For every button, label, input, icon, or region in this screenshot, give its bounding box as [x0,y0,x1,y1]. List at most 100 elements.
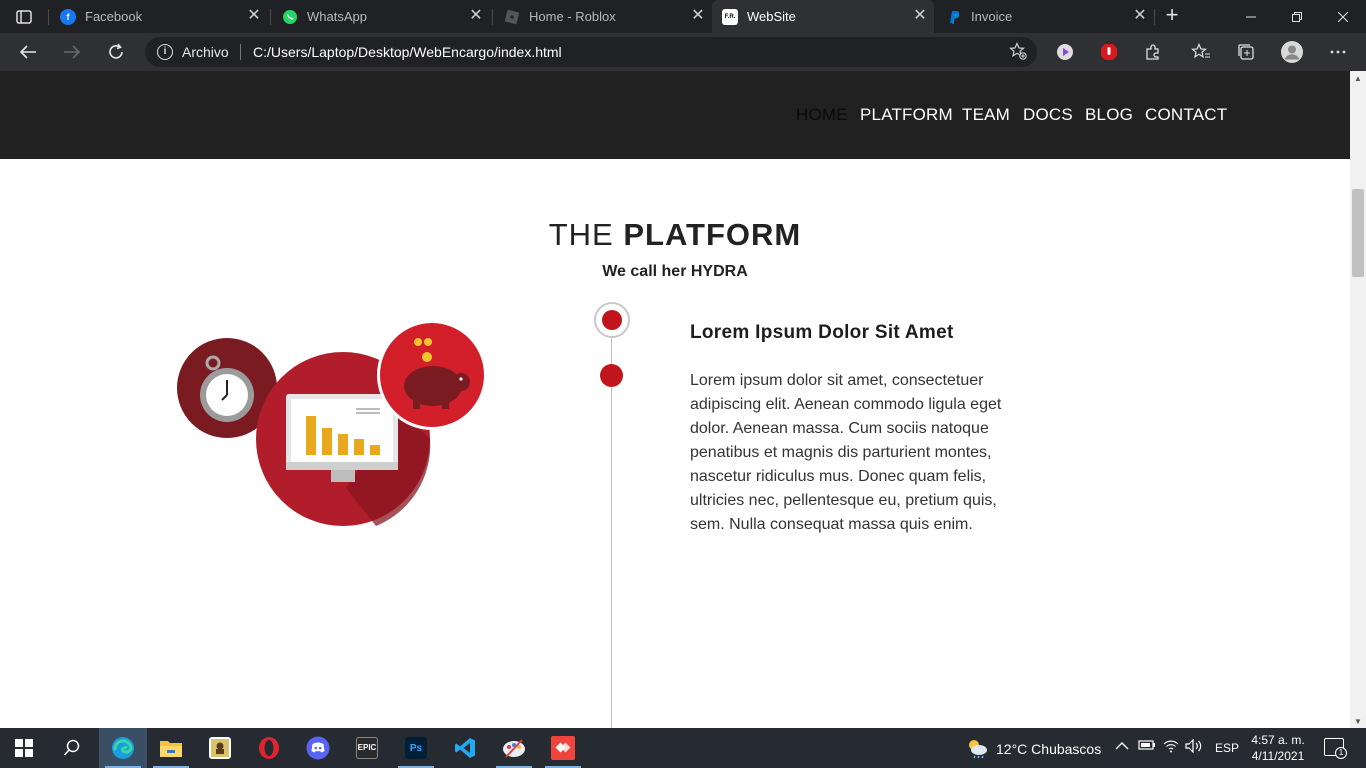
taskbar-game-app[interactable] [196,728,244,768]
section-subtitle: We call her HYDRA [602,263,748,280]
chevron-up-icon[interactable] [1115,739,1129,754]
clock-time: 4:57 a. m. [1251,733,1305,747]
windows-start-button[interactable] [0,728,48,768]
taskbar-paint-app[interactable] [490,728,538,768]
nav-link-contact[interactable]: CONTACT [1145,105,1227,125]
paint-palette-icon [503,739,525,758]
tab-title: Facebook [85,9,143,24]
notification-count-badge: 1 [1335,747,1347,759]
section-title-bold: PLATFORM [623,217,802,252]
more-menu-icon[interactable] [1327,41,1349,63]
scroll-down-icon[interactable]: ▼ [1354,717,1362,726]
edge-icon [112,737,134,759]
taskbar-opera[interactable] [245,728,293,768]
battery-icon[interactable] [1138,739,1156,754]
new-tab-button[interactable]: + [1160,4,1184,27]
close-tab-icon[interactable]: ✕ [246,8,262,24]
windows-taskbar: EPIC Ps 12°C Chubascos ESP 4:57 a. m. 4/… [0,728,1366,768]
address-divider [240,44,241,60]
page-viewport: HOME PLATFORM TEAM DOCS BLOG CONTACT THE… [0,71,1350,728]
scroll-up-icon[interactable]: ▲ [1354,74,1362,83]
volume-icon[interactable] [1185,738,1203,756]
taskbar-vscode[interactable] [441,728,489,768]
close-tab-icon[interactable]: ✕ [912,8,928,24]
timeline-dot-active-inner [602,310,622,330]
minimize-button[interactable] [1228,0,1274,33]
system-clock[interactable]: 4:57 a. m. 4/11/2021 [1250,732,1306,764]
collections-icon[interactable] [1235,41,1257,63]
browser-tabstrip: f Facebook ✕ WhatsApp ✕ Home - Roblox ✕ … [0,0,1366,33]
piggy-bank-icon [377,320,487,430]
epic-games-icon: EPIC [356,737,378,759]
tab-separator [1154,9,1155,25]
browser-toolbar: i Archivo C:/Users/Laptop/Desktop/WebEnc… [0,33,1366,71]
adblock-extension-icon[interactable] [1098,41,1120,63]
platform-illustration [176,320,490,528]
opera-icon [259,737,279,759]
taskbar-anydesk[interactable] [539,728,587,768]
info-icon[interactable]: i [157,44,173,60]
timeline-dot-active[interactable] [594,302,630,338]
tab-whatsapp[interactable]: WhatsApp ✕ [272,0,490,33]
tab-title: WebSite [747,9,796,24]
profile-avatar-icon[interactable] [1281,41,1303,63]
site-navbar: HOME PLATFORM TEAM DOCS BLOG CONTACT [0,71,1350,159]
search-icon[interactable] [48,728,96,768]
add-favorite-icon[interactable] [1008,42,1027,65]
timeline-dot[interactable] [600,364,623,387]
close-tab-icon[interactable]: ✕ [468,8,484,24]
tab-invoice[interactable]: Invoice ✕ [936,0,1154,33]
scrollbar-thumb[interactable] [1352,189,1364,277]
game-app-icon [209,737,231,759]
address-scheme-label: Archivo [182,44,229,60]
tab-actions-icon[interactable] [10,6,38,28]
tab-separator [270,9,271,25]
section-title: THE PLATFORM [0,217,1350,253]
forward-button[interactable] [58,39,86,65]
weather-icon[interactable] [965,737,989,762]
vscode-icon [455,738,475,758]
tab-title: WhatsApp [307,9,367,24]
taskbar-epic-games[interactable]: EPIC [343,728,391,768]
address-url[interactable]: C:/Users/Laptop/Desktop/WebEncargo/index… [253,44,562,60]
tab-website[interactable]: F.R. WebSite ✕ [712,0,934,33]
nav-link-platform[interactable]: PLATFORM [860,105,953,125]
nav-link-docs[interactable]: DOCS [1023,105,1073,125]
extensions-icon[interactable] [1142,41,1164,63]
nav-link-team[interactable]: TEAM [962,105,1010,125]
close-tab-icon[interactable]: ✕ [1132,8,1148,24]
restore-button[interactable] [1274,0,1320,33]
section-title-light: THE [548,217,614,252]
clock-date: 4/11/2021 [1251,749,1305,763]
close-tab-icon[interactable]: ✕ [690,8,706,24]
whatsapp-icon [282,9,298,25]
taskbar-file-explorer[interactable] [147,728,195,768]
refresh-button[interactable] [102,39,130,65]
weather-text[interactable]: 12°C Chubascos [996,741,1101,757]
close-window-button[interactable] [1320,0,1366,33]
tab-roblox[interactable]: Home - Roblox ✕ [494,0,712,33]
facebook-icon: f [60,8,76,25]
feature-body: Lorem ipsum dolor sit amet, consectetuer… [690,372,1002,533]
tab-title: Home - Roblox [529,9,616,24]
tab-facebook[interactable]: f Facebook ✕ [50,0,268,33]
taskbar-discord[interactable] [294,728,342,768]
roblox-icon [504,9,520,25]
nav-link-blog[interactable]: BLOG [1085,105,1133,125]
taskbar-edge[interactable] [99,728,147,768]
tab-title: Invoice [971,9,1013,24]
page-scrollbar[interactable]: ▲ ▼ [1350,71,1366,728]
back-button[interactable] [14,39,42,65]
discord-icon [306,736,330,760]
media-extension-icon[interactable] [1054,41,1076,63]
wifi-icon[interactable] [1163,739,1179,756]
favorites-icon[interactable] [1190,41,1212,63]
website-icon: F.R. [722,8,738,25]
taskbar-photoshop[interactable]: Ps [392,728,440,768]
tab-separator [492,9,493,25]
folder-icon [160,741,182,757]
photoshop-icon: Ps [405,737,427,759]
language-indicator[interactable]: ESP [1215,741,1239,755]
address-bar[interactable]: i Archivo C:/Users/Laptop/Desktop/WebEnc… [145,37,1037,67]
nav-link-home[interactable]: HOME [796,105,848,125]
